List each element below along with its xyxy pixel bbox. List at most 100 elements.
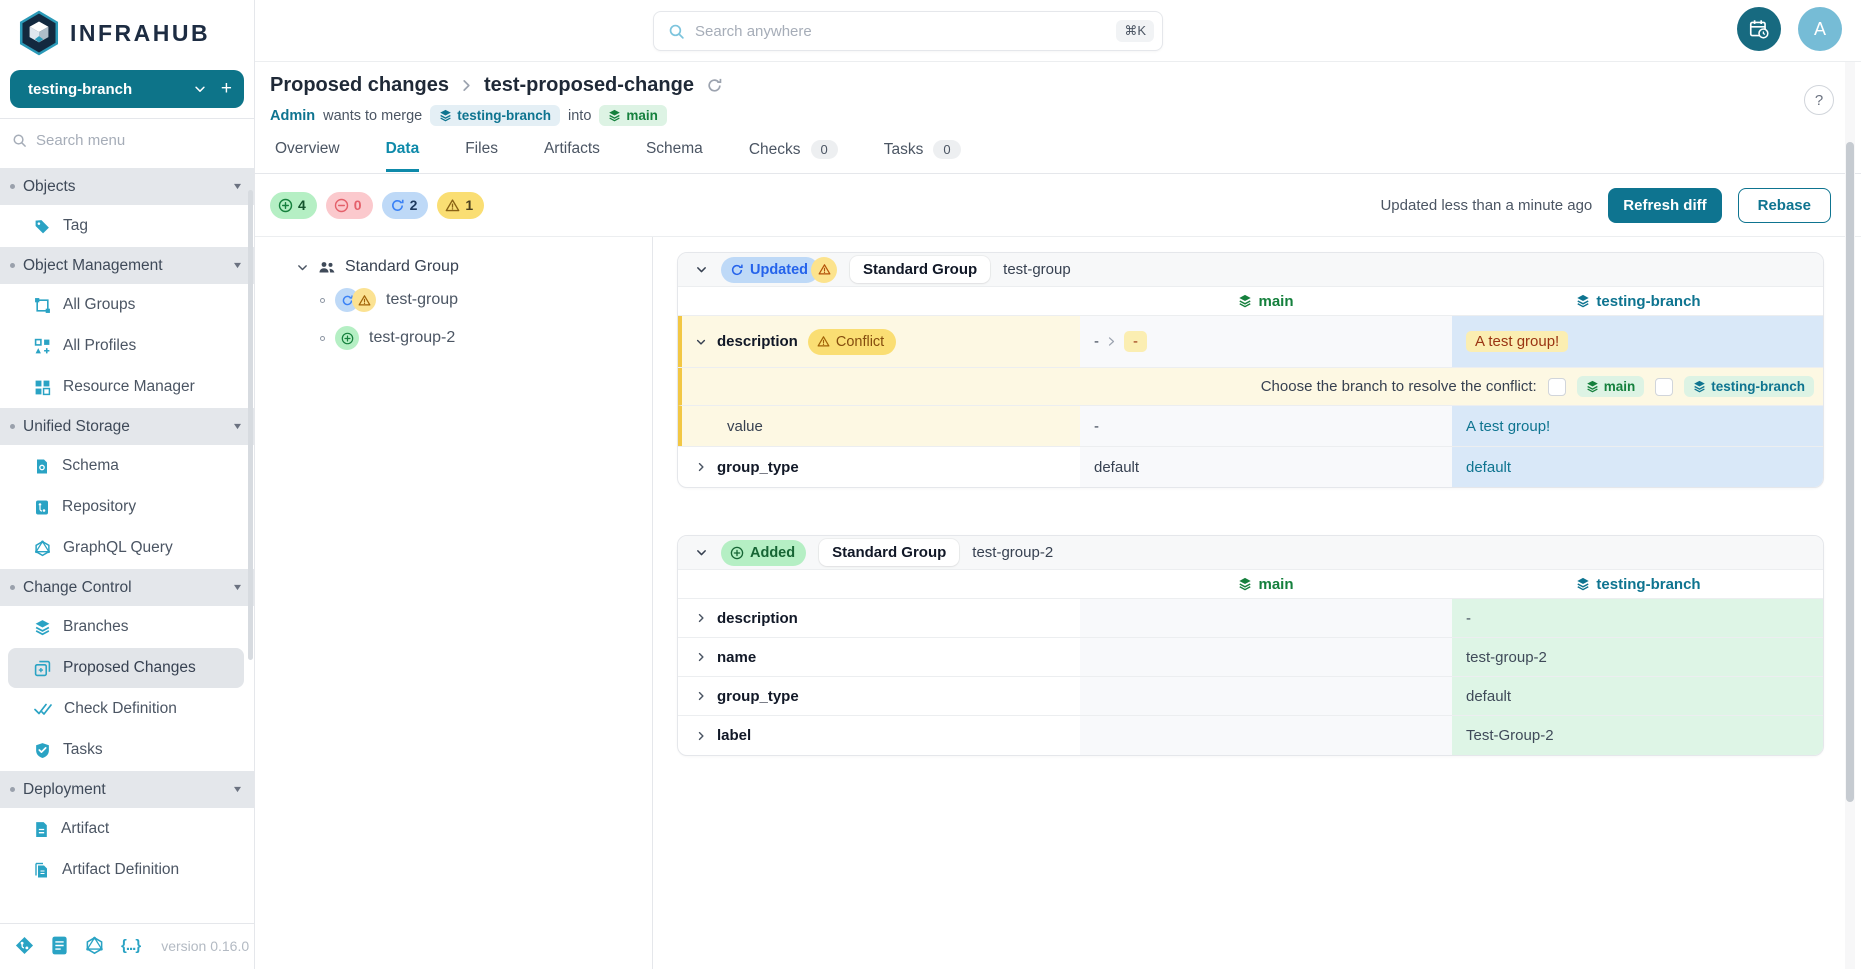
- status-badge: Updated: [721, 257, 837, 283]
- global-search[interactable]: ⌘K: [653, 11, 1163, 51]
- expand-row-button[interactable]: [695, 612, 707, 624]
- tree-node-test-group[interactable]: test-group: [320, 286, 652, 314]
- expand-row-button[interactable]: [695, 651, 707, 663]
- attribute-name: group_type: [717, 688, 799, 705]
- section-deployment[interactable]: Deployment: [0, 771, 254, 808]
- docs-icon[interactable]: [51, 936, 68, 955]
- branch-value-cell: A test group!: [1452, 316, 1824, 367]
- column-header-row: main testing-branch: [678, 570, 1823, 599]
- check-definition-icon: [34, 702, 52, 717]
- breadcrumb-proposed-changes[interactable]: Proposed changes: [270, 74, 449, 97]
- updated-count-badge: 2: [382, 192, 429, 219]
- code-icon[interactable]: {...}: [121, 937, 140, 954]
- tree-node-standard-group[interactable]: Standard Group: [296, 258, 652, 276]
- section-object-management[interactable]: Object Management: [0, 247, 254, 284]
- refresh-diff-button[interactable]: Refresh diff: [1608, 188, 1721, 223]
- global-search-input[interactable]: [695, 23, 1116, 40]
- chevron-down-icon[interactable]: [296, 261, 309, 274]
- new-value-highlighted: -: [1124, 331, 1147, 352]
- branch-value: Test-Group-2: [1466, 727, 1554, 744]
- sidebar: INFRAHUB testing-branch + Objects Tag: [0, 0, 255, 969]
- avatar[interactable]: A: [1798, 7, 1842, 51]
- expand-row-button[interactable]: [695, 461, 707, 473]
- sidebar-search[interactable]: [0, 119, 254, 162]
- tab-tasks[interactable]: Tasks0: [884, 140, 961, 173]
- chevron-right-icon: [695, 730, 707, 742]
- sidebar-item-repository[interactable]: Repository: [8, 487, 244, 527]
- branch-selector[interactable]: testing-branch +: [10, 70, 244, 108]
- sidebar-item-label: All Groups: [63, 296, 135, 314]
- expand-row-button[interactable]: [695, 730, 707, 742]
- chevron-right-icon: [461, 79, 472, 92]
- attr-cell: description: [678, 599, 1080, 637]
- chevron-right-icon: [695, 690, 707, 702]
- attribute-name: value: [727, 418, 763, 435]
- sidebar-item-label: Tasks: [63, 741, 103, 759]
- infrahub-logo-icon: [18, 10, 60, 56]
- main-value-cell: [1080, 716, 1452, 755]
- sidebar-item-label: Resource Manager: [63, 378, 195, 396]
- sidebar-item-tag[interactable]: Tag: [8, 206, 244, 246]
- sidebar-item-label: Schema: [62, 457, 119, 475]
- logo[interactable]: INFRAHUB: [0, 0, 254, 66]
- section-change-control[interactable]: Change Control: [0, 569, 254, 606]
- branch-value: default: [1466, 688, 1511, 705]
- chevron-down-icon: [233, 786, 242, 793]
- node-status-badges: [335, 288, 376, 312]
- main-scrollbar[interactable]: [1845, 62, 1855, 969]
- tab-checks[interactable]: Checks0: [749, 140, 838, 173]
- attribute-name: label: [717, 727, 751, 744]
- resolve-main-checkbox[interactable]: [1548, 378, 1566, 396]
- conflict-count-badge: 1: [437, 192, 484, 219]
- sidebar-item-proposed-changes[interactable]: Proposed Changes: [8, 648, 244, 688]
- tab-data[interactable]: Data: [386, 140, 420, 172]
- sidebar-item-tasks[interactable]: Tasks: [8, 730, 244, 770]
- added-count-badge: 4: [270, 192, 317, 219]
- sidebar-item-graphql-query[interactable]: GraphQL Query: [8, 528, 244, 568]
- tab-artifacts[interactable]: Artifacts: [544, 140, 600, 172]
- tab-schema[interactable]: Schema: [646, 140, 703, 172]
- scrollbar-thumb[interactable]: [1846, 142, 1854, 802]
- branch-icon: [439, 109, 452, 122]
- collapse-row-button[interactable]: [695, 336, 707, 348]
- tab-overview[interactable]: Overview: [275, 140, 340, 172]
- git-icon[interactable]: [15, 936, 34, 955]
- resolve-branch-checkbox[interactable]: [1655, 378, 1673, 396]
- sidebar-search-input[interactable]: [36, 132, 206, 149]
- author-link[interactable]: Admin: [270, 108, 315, 124]
- refresh-icon[interactable]: [706, 77, 723, 94]
- node-bullet-icon: [320, 298, 325, 303]
- help-button[interactable]: ?: [1804, 85, 1834, 115]
- branch-icon: [1576, 294, 1590, 308]
- section-unified-storage[interactable]: Unified Storage: [0, 408, 254, 445]
- sidebar-scrollbar[interactable]: [248, 190, 253, 660]
- chevron-down-icon: [193, 82, 207, 96]
- collapse-card-button[interactable]: [695, 546, 708, 559]
- sidebar-item-all-groups[interactable]: All Groups: [8, 285, 244, 325]
- create-branch-button[interactable]: +: [221, 78, 232, 100]
- chevron-down-icon: [233, 262, 242, 269]
- expand-row-button[interactable]: [695, 690, 707, 702]
- section-objects[interactable]: Objects: [0, 168, 254, 205]
- sidebar-item-resource-manager[interactable]: Resource Manager: [8, 367, 244, 407]
- sidebar-item-check-definition[interactable]: Check Definition: [8, 689, 244, 729]
- collapse-card-button[interactable]: [695, 263, 708, 276]
- sidebar-item-branches[interactable]: Branches: [8, 607, 244, 647]
- conflict-badge: Conflict: [808, 329, 896, 355]
- rebase-button[interactable]: Rebase: [1738, 188, 1831, 223]
- sidebar-item-all-profiles[interactable]: All Profiles: [8, 326, 244, 366]
- sidebar-item-schema[interactable]: Schema: [8, 446, 244, 486]
- current-branch-label: testing-branch: [28, 81, 193, 98]
- main-value-cell: [1080, 677, 1452, 715]
- attr-column-header: [678, 570, 1080, 598]
- sidebar-item-artifact[interactable]: Artifact: [8, 809, 244, 849]
- tree-node-test-group-2[interactable]: test-group-2: [320, 324, 652, 352]
- sidebar-item-artifact-definition[interactable]: Artifact Definition: [8, 850, 244, 890]
- graphql-docs-icon[interactable]: [85, 936, 104, 955]
- status-badge: Added: [721, 540, 806, 566]
- search-icon: [668, 23, 685, 40]
- chevron-down-icon: [233, 584, 242, 591]
- groups-icon: [34, 297, 51, 314]
- schedule-button[interactable]: [1737, 7, 1781, 51]
- tab-files[interactable]: Files: [465, 140, 498, 172]
